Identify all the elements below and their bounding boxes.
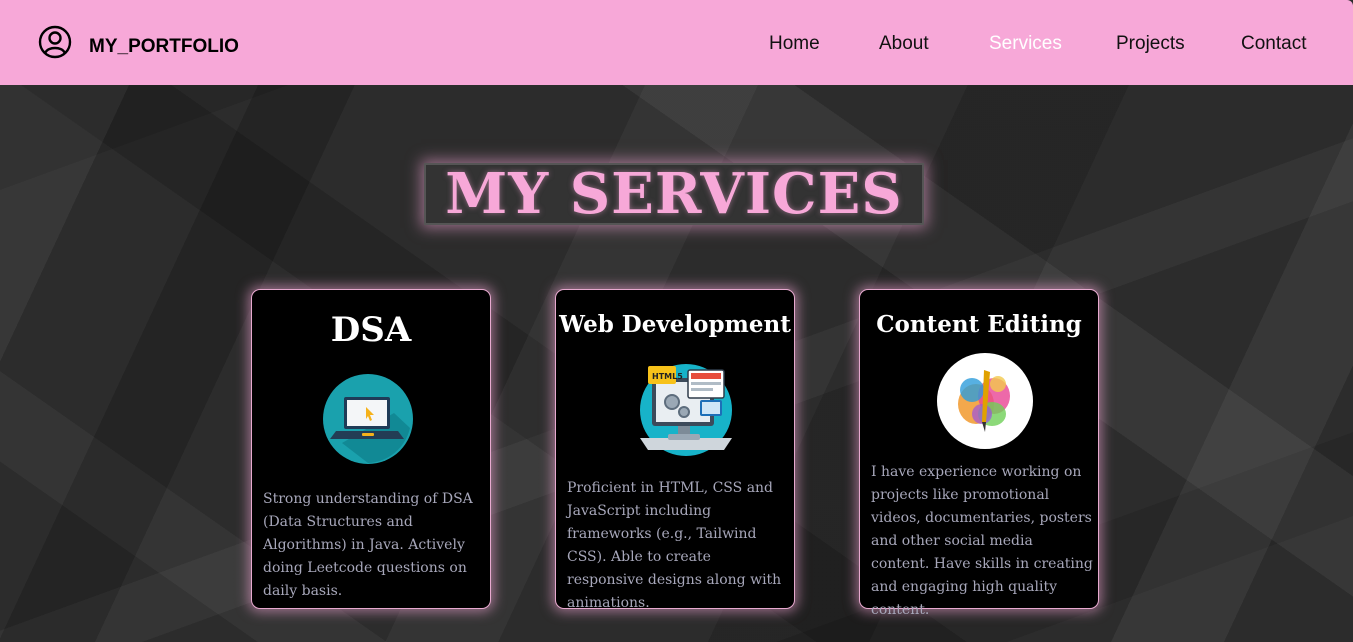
card-description: Proficient in HTML, CSS and JavaScript i… [567, 480, 782, 611]
page-title: MY SERVICES [445, 161, 903, 227]
svg-text:HTML5: HTML5 [652, 372, 683, 381]
card-description: I have experience working on projects li… [871, 464, 1093, 618]
card-description: Strong understanding of DSA (Data Struct… [263, 491, 473, 599]
nav-services[interactable]: Services [989, 33, 1062, 55]
card-title: Content Editing [876, 311, 1082, 338]
logo-text[interactable]: MY_PORTFOLIO [89, 36, 239, 58]
card-title: DSA [330, 310, 412, 350]
service-card-content-editing: Content Editing I have experience workin… [859, 289, 1099, 618]
nav-home[interactable]: Home [769, 33, 820, 55]
nav-contact[interactable]: Contact [1241, 33, 1306, 55]
service-card-dsa: DSA Strong understanding of DSA (Data St… [251, 289, 491, 609]
user-circle-icon [38, 25, 72, 59]
web-development-icon: HTML5 [640, 364, 732, 456]
card-title: Web Development [559, 311, 791, 338]
service-card-web-development: Web Development HTML5 Proficient in HTML… [555, 289, 795, 611]
nav-about[interactable]: About [879, 33, 929, 55]
paint-brush-icon [937, 353, 1033, 449]
laptop-icon [323, 374, 413, 464]
services-title-box: MY SERVICES [424, 163, 924, 225]
nav-projects[interactable]: Projects [1116, 33, 1185, 55]
top-navbar: MY_PORTFOLIO Home About Services Project… [0, 0, 1353, 85]
